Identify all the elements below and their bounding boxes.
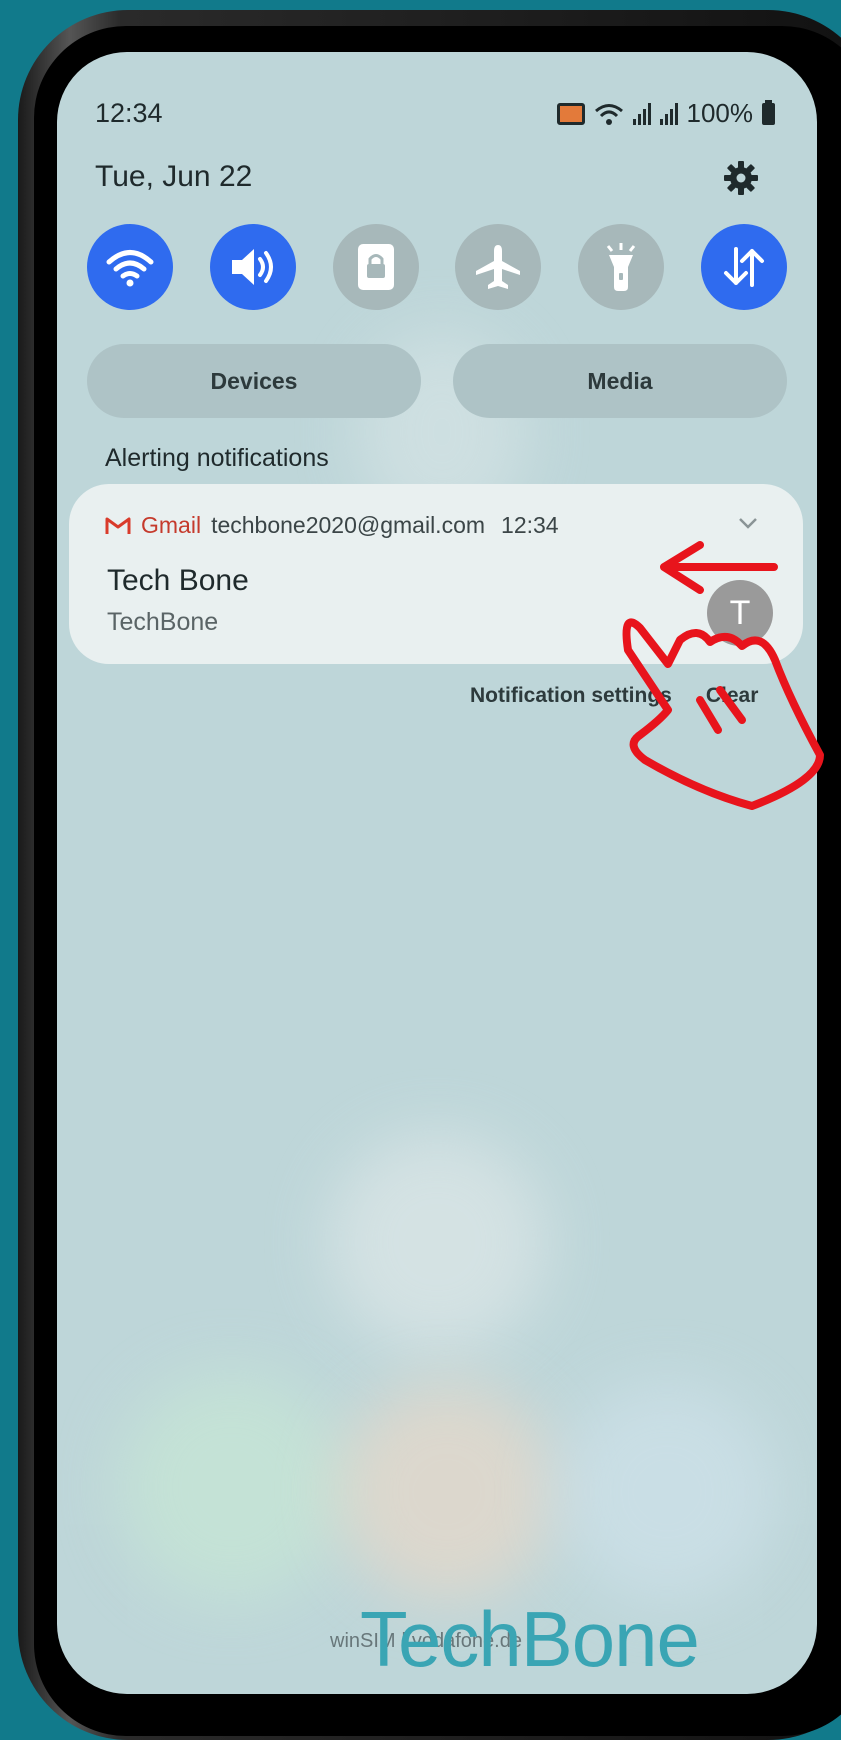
pointing-hand-icon bbox=[622, 618, 824, 810]
swipe-annotation bbox=[622, 541, 824, 810]
swipe-left-arrow-icon bbox=[660, 541, 778, 594]
